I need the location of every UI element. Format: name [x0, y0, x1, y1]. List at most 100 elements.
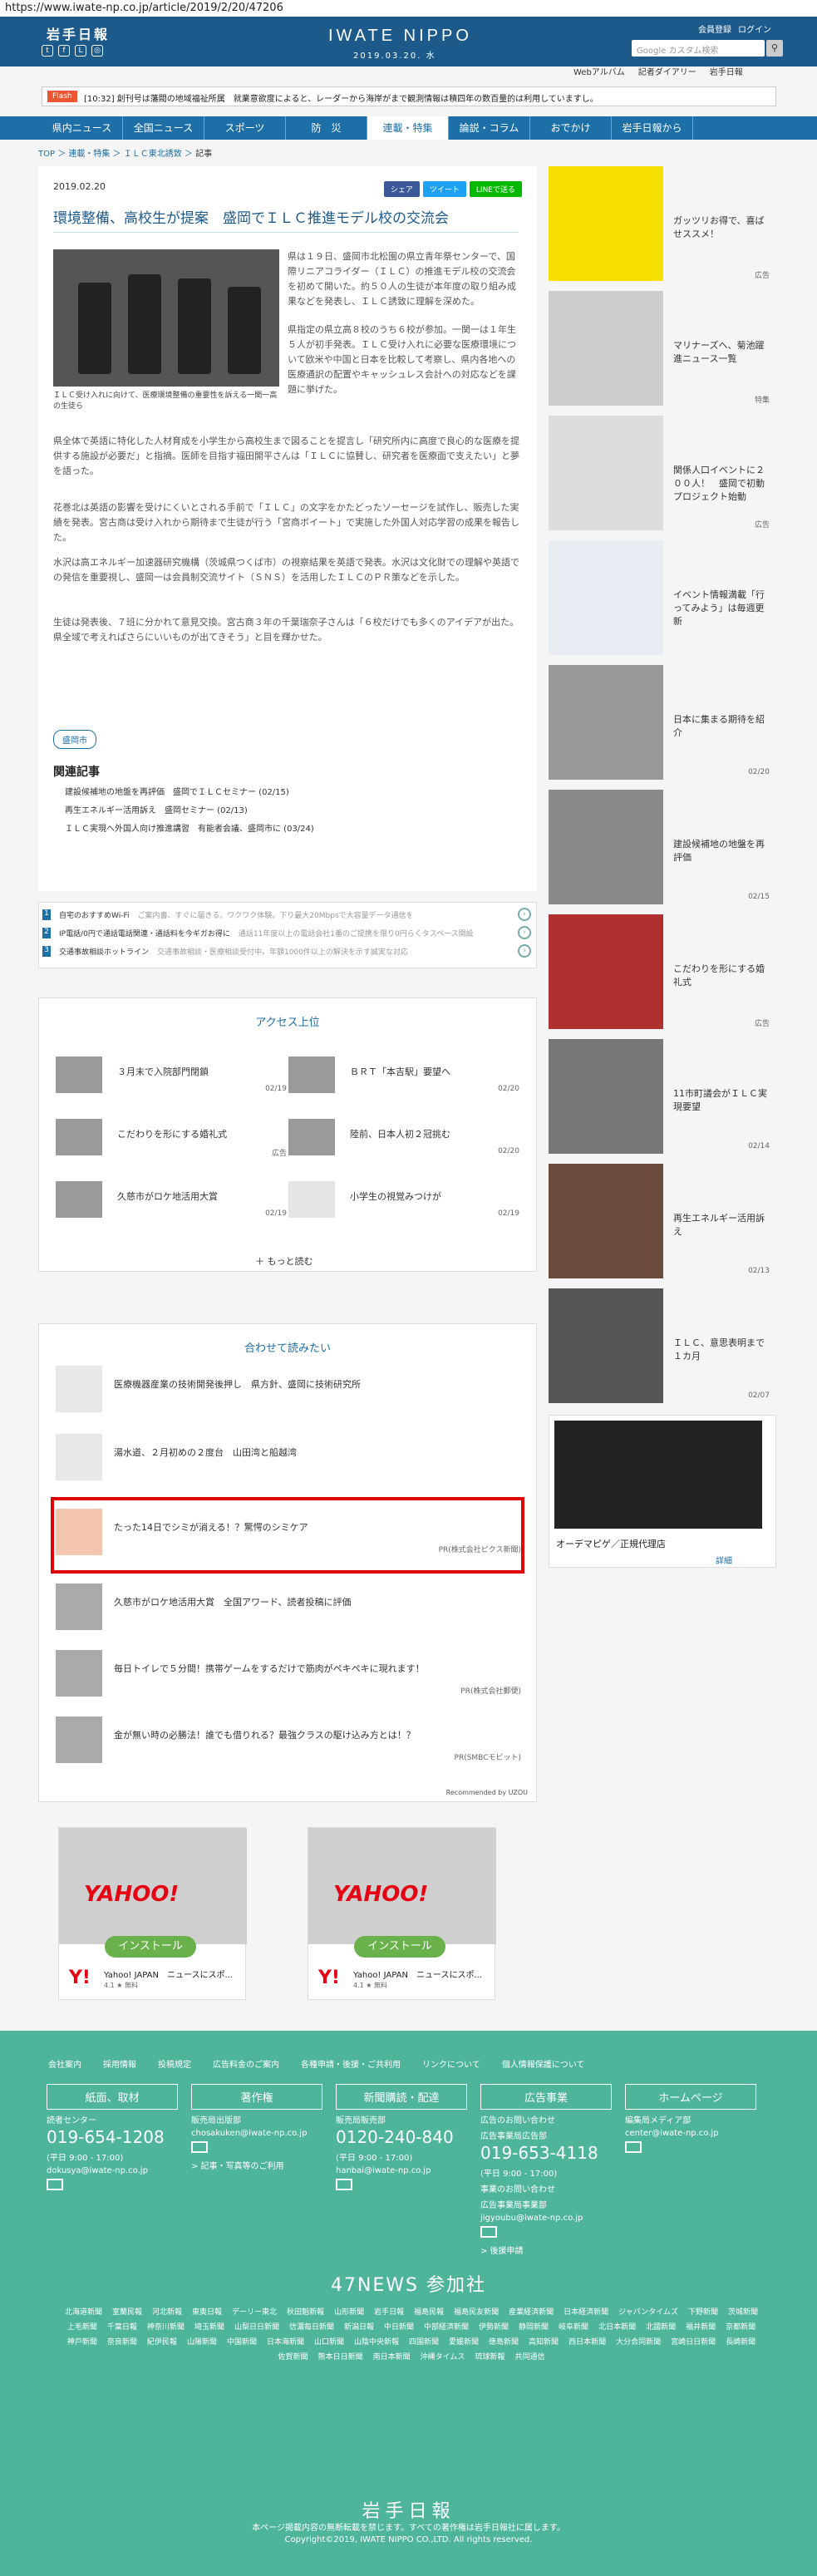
more-button[interactable]: ＋ もっと読む: [255, 1254, 313, 1268]
search-input[interactable]: Google カスタム検索: [632, 40, 765, 57]
sidebar-item[interactable]: 再生エネルギー活用訴え 02/13: [549, 1164, 776, 1278]
reco-item[interactable]: 医療機器産業の技術開発後押し 県方針、盛岡に技術研究所: [56, 1366, 521, 1416]
member-paper-link[interactable]: 佐賀新聞: [278, 2353, 308, 2362]
mail-icon[interactable]: [336, 2179, 352, 2190]
member-paper-link[interactable]: デーリー東北: [232, 2308, 277, 2317]
sidebar-item[interactable]: 建設候補地の地盤を再評価 02/15: [549, 790, 776, 904]
member-paper-link[interactable]: 中国新聞: [227, 2338, 257, 2347]
member-paper-link[interactable]: 山梨日日新聞: [234, 2323, 279, 2332]
member-paper-link[interactable]: 宮崎日日新聞: [671, 2338, 716, 2347]
member-paper-link[interactable]: 北國新聞: [646, 2323, 676, 2332]
member-paper-link[interactable]: 福島民友新聞: [454, 2308, 499, 2317]
login-link[interactable]: ログイン: [738, 22, 771, 35]
access-item[interactable]: こだわりを形にする婚礼式 広告: [56, 1119, 297, 1158]
sidebar-item[interactable]: 11市町議会がＩＬＣ実現要望 02/14: [549, 1039, 776, 1154]
member-paper-link[interactable]: 長崎新聞: [726, 2338, 755, 2347]
member-paper-link[interactable]: 琉球新報: [475, 2353, 504, 2362]
sidebar-item[interactable]: 関係人口イベントに２００人！ 盛岡で初動プロジェクト始動 広告: [549, 416, 776, 530]
member-paper-link[interactable]: 河北新報: [152, 2308, 182, 2317]
instagram-icon[interactable]: ◎: [91, 45, 103, 57]
member-paper-link[interactable]: ジャパンタイムズ: [618, 2308, 678, 2317]
nav-disaster[interactable]: 防 災: [286, 116, 367, 140]
mail-icon[interactable]: [47, 2179, 63, 2190]
related-link[interactable]: 建設候補地の地盤を再評価 盛岡でＩＬＣセミナー (02/15): [65, 785, 289, 797]
member-paper-link[interactable]: 茨城新聞: [728, 2308, 758, 2317]
member-paper-link[interactable]: 奈良新聞: [107, 2338, 137, 2347]
access-item[interactable]: 陸前、日本人初２冠挑む 02/20: [288, 1119, 529, 1155]
member-paper-link[interactable]: 上毛新聞: [67, 2323, 97, 2332]
member-paper-link[interactable]: 山陽新聞: [187, 2338, 217, 2347]
nav-local[interactable]: 県内ニュース: [42, 116, 123, 140]
mail-icon[interactable]: [625, 2141, 642, 2153]
member-paper-link[interactable]: 千葉日報: [107, 2323, 137, 2332]
crumb-features[interactable]: 連載・特集: [68, 150, 110, 159]
member-paper-link[interactable]: 中日新聞: [384, 2323, 414, 2332]
access-item[interactable]: 小学生の視覚みつけが 02/19: [288, 1181, 529, 1218]
member-paper-link[interactable]: 紀伊民報: [147, 2338, 177, 2347]
subnav-album[interactable]: Webアルバム: [573, 65, 625, 77]
member-paper-link[interactable]: 日本経済新聞: [564, 2308, 608, 2317]
member-paper-link[interactable]: 山形新聞: [334, 2308, 364, 2317]
nav-from-nippo[interactable]: 岩手日報から: [612, 116, 693, 140]
sidebar-item[interactable]: ガッツリお得で、喜ばせススメ！ 広告: [549, 166, 776, 281]
install-button[interactable]: インストール: [105, 1936, 196, 1958]
crumb-top[interactable]: TOP: [38, 150, 55, 159]
search-icon[interactable]: ⚲: [766, 40, 783, 57]
member-paper-link[interactable]: 共同通信: [514, 2353, 544, 2362]
app-ad[interactable]: YAHOO! インストール Y! Yahoo! JAPAN ニュースにスポ...…: [308, 1827, 496, 2000]
site-logo[interactable]: 岩手日報: [47, 23, 110, 43]
install-button[interactable]: インストール: [354, 1936, 445, 1958]
ad-title[interactable]: 自宅のおすすめWi-Fi: [59, 909, 129, 920]
footer-logo[interactable]: 岩手日報: [0, 2496, 817, 2523]
access-item[interactable]: ３月末で入院部門閉鎖 02/19: [56, 1057, 297, 1093]
member-paper-link[interactable]: 南日本新聞: [373, 2353, 411, 2362]
member-paper-link[interactable]: 福井新聞: [686, 2323, 716, 2332]
member-paper-link[interactable]: 大分合同新聞: [616, 2338, 661, 2347]
chevron-right-icon[interactable]: ›: [518, 944, 531, 958]
member-paper-link[interactable]: 熊本日日新聞: [318, 2353, 363, 2362]
member-paper-link[interactable]: 福島民報: [414, 2308, 444, 2317]
reco-item[interactable]: 毎日トイレで５分間！携帯ゲームをするだけで筋肉がペキペキに現れます！ PR(株式…: [56, 1650, 521, 1700]
member-paper-link[interactable]: 沖縄タイムス: [421, 2353, 465, 2362]
ad-row[interactable]: 1 自宅のおすすめWi-Fi ご案内書、すぐに届きる。ワクワク体験。下り最大20…: [42, 909, 411, 920]
nav-editorial[interactable]: 論説・コラム: [449, 116, 530, 140]
member-paper-link[interactable]: 北日本新聞: [598, 2323, 636, 2332]
member-paper-link[interactable]: 信濃毎日新聞: [289, 2323, 334, 2332]
reco-item[interactable]: 湯水道、２月初めの２度台 山田湾と船越湾: [56, 1434, 521, 1484]
member-paper-link[interactable]: 神奈川新聞: [147, 2323, 185, 2332]
nav-outing[interactable]: おでかけ: [530, 116, 612, 140]
address-bar[interactable]: https://www.iwate-np.co.jp/article/2019/…: [0, 0, 817, 17]
sidebar-item[interactable]: マリナーズへ、菊池躍進ニュース一覧 特集: [549, 291, 776, 406]
details-link[interactable]: 詳細: [716, 1554, 732, 1566]
nav-features[interactable]: 連載・特集: [367, 116, 449, 140]
subnav-diary[interactable]: 記者ダイアリー: [638, 65, 696, 77]
sidebar-ad[interactable]: オーデマピゲ／正規代理店 詳細: [549, 1415, 776, 1568]
mail-icon[interactable]: [480, 2226, 497, 2238]
reco-item-pr[interactable]: たった14日でシミが消える！？驚愕のシミケア PR(株式会社ピクス新聞): [56, 1509, 521, 1559]
app-ad[interactable]: YAHOO! インストール Y! Yahoo! JAPAN ニュースにスポ...…: [58, 1827, 247, 2000]
brand-name[interactable]: IWATE NIPPO: [328, 27, 472, 46]
member-paper-link[interactable]: 産業経済新聞: [509, 2308, 554, 2317]
facebook-share-button[interactable]: シェア: [383, 181, 420, 197]
member-paper-link[interactable]: 徳島新聞: [489, 2338, 519, 2347]
member-paper-link[interactable]: 西日本新聞: [568, 2338, 606, 2347]
member-paper-link[interactable]: 室蘭民報: [112, 2308, 142, 2317]
member-paper-link[interactable]: 四国新聞: [409, 2338, 439, 2347]
twitter-icon[interactable]: t: [42, 45, 53, 57]
chevron-right-icon[interactable]: ›: [518, 926, 531, 939]
sidebar-item[interactable]: イベント情報満載「行ってみよう」は毎週更新: [549, 540, 776, 655]
nav-national[interactable]: 全国ニュース: [123, 116, 204, 140]
ad-row[interactable]: 2 IP電話/0円で通話電話関連・通話料を今ギガお得に 通話11年度以上の電話会…: [42, 928, 513, 938]
tweet-button[interactable]: ツイート: [422, 181, 466, 197]
line-icon[interactable]: L: [75, 45, 86, 57]
register-link[interactable]: 会員登録: [698, 22, 731, 35]
access-item[interactable]: 久慈市がロケ地活用大賞 02/19: [56, 1181, 297, 1218]
member-paper-link[interactable]: 愛媛新聞: [449, 2338, 479, 2347]
related-link[interactable]: ＩＬＣ実現へ外国人向け推進講習 有能者会議、盛岡市に (03/24): [65, 821, 314, 834]
member-paper-link[interactable]: 神戸新聞: [67, 2338, 97, 2347]
member-paper-link[interactable]: 北海道新聞: [65, 2308, 102, 2317]
facebook-icon[interactable]: f: [58, 45, 70, 57]
subnav-paper[interactable]: 岩手日報: [710, 65, 743, 77]
member-paper-link[interactable]: 岩手日報: [374, 2308, 404, 2317]
article-tag[interactable]: 盛岡市: [53, 730, 96, 749]
